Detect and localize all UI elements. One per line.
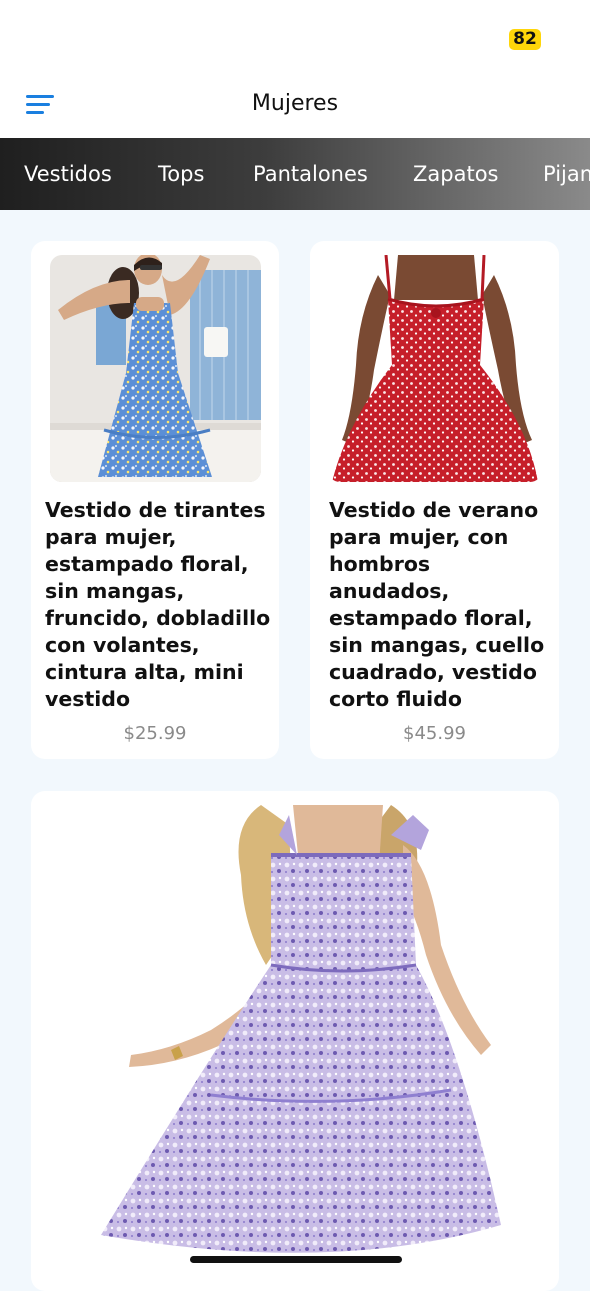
status-bar: 82	[0, 0, 590, 70]
product-image[interactable]	[328, 255, 542, 482]
home-indicator	[190, 1256, 402, 1263]
product-title[interactable]: Vestido de tirantes para mujer, estampad…	[45, 497, 273, 713]
category-tab-vestidos[interactable]: Vestidos	[24, 160, 112, 188]
category-tab-pantalones[interactable]: Pantalones	[253, 160, 368, 188]
page-title: Mujeres	[251, 91, 339, 116]
product-image[interactable]	[50, 255, 261, 482]
product-title[interactable]: Vestido de verano para mujer, con hombro…	[329, 497, 553, 713]
product-price: $25.99	[123, 723, 187, 744]
product-card[interactable]: Vestido de verano para mujer, con hombro…	[310, 241, 559, 759]
category-tab-pijamas[interactable]: Pijamas	[543, 160, 590, 188]
product-image[interactable]	[31, 805, 559, 1265]
category-tabs: Vestidos Tops Pantalones Zapatos Pijamas	[0, 138, 590, 210]
category-tab-zapatos[interactable]: Zapatos	[413, 160, 498, 188]
battery-indicator: 82	[509, 29, 541, 50]
product-card[interactable]: Vestido de tirantes para mujer, estampad…	[31, 241, 279, 759]
product-card[interactable]	[31, 791, 559, 1291]
category-tab-tops[interactable]: Tops	[158, 160, 204, 188]
product-price: $45.99	[403, 723, 466, 744]
